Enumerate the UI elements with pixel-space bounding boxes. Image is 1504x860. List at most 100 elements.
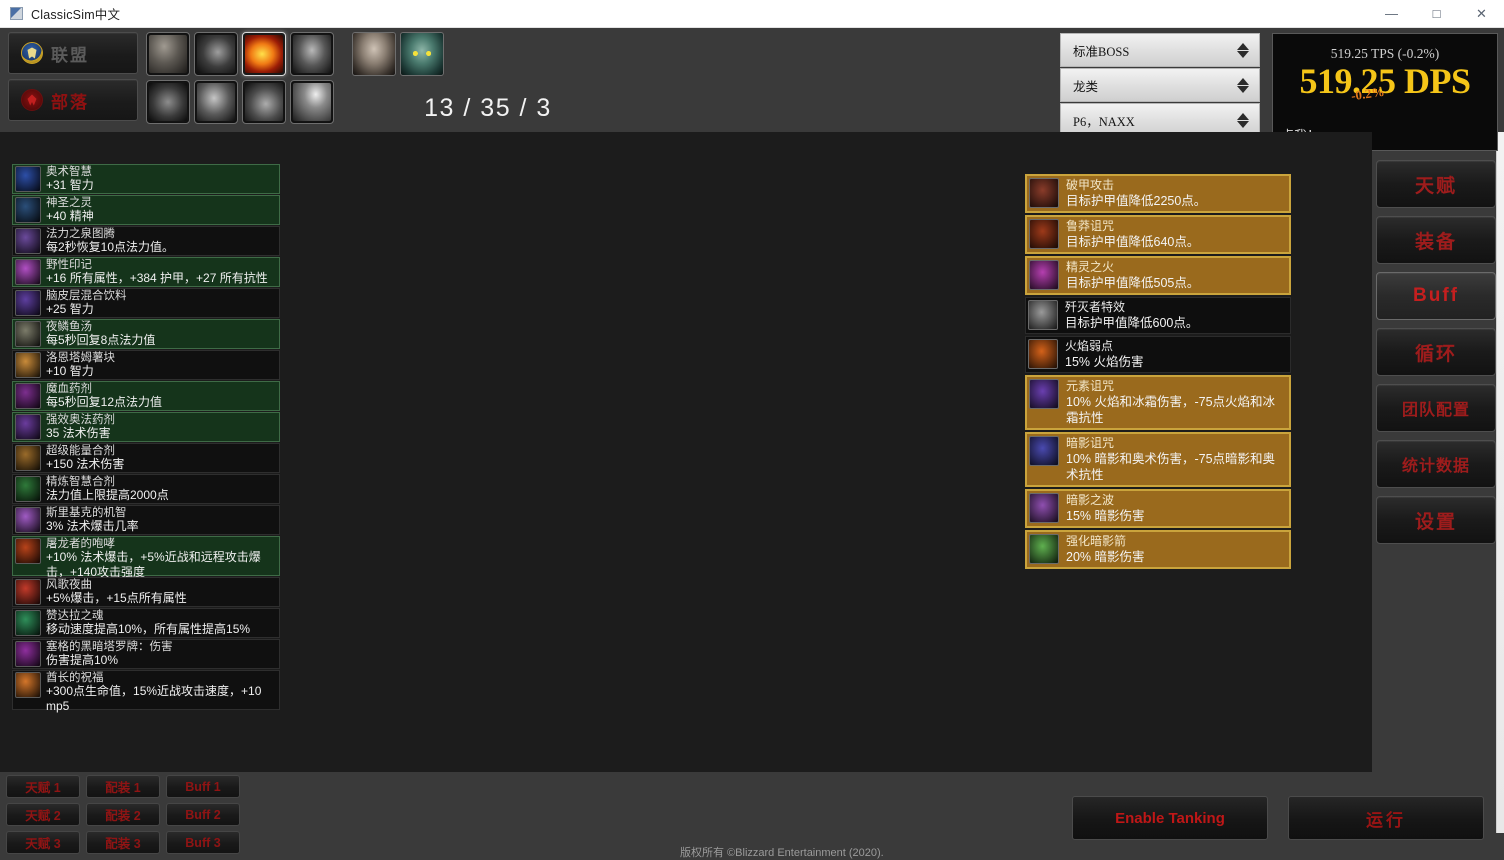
nav-talents[interactable]: 天赋: [1376, 160, 1496, 208]
nav-settings[interactable]: 设置: [1376, 496, 1496, 544]
nav-buff[interactable]: Buff: [1376, 272, 1496, 320]
minimize-button[interactable]: —: [1369, 0, 1414, 28]
boss-type-select[interactable]: 标准BOSS: [1060, 33, 1260, 67]
buff-row[interactable]: 神圣之灵 +40 精神: [12, 195, 280, 225]
rogue-icon[interactable]: [290, 32, 334, 76]
buff-name: 奥术智慧: [46, 166, 92, 178]
preset-row: 天赋 3 配装 3 Buff 3: [6, 831, 240, 854]
debuff-row[interactable]: 暗影诅咒 10% 暗影和奥术伤害，-75点暗影和奥术抗性: [1025, 432, 1291, 487]
buff-row[interactable]: 斯里基克的机智 3% 法术爆击几率: [12, 505, 280, 535]
buff-row[interactable]: 夜鳞鱼汤 每5秒回复8点法力值: [12, 319, 280, 349]
preset-button-3-1[interactable]: 天赋 3: [6, 831, 80, 854]
buff-name: 精炼智慧合剂: [46, 476, 115, 488]
buff-name: 超级能量合剂: [46, 445, 115, 457]
class-icon-row-1: [146, 32, 334, 76]
preset-button-2-2[interactable]: 配装 2: [86, 803, 160, 826]
faction-button-alliance[interactable]: 联盟: [8, 32, 138, 74]
debuff-row[interactable]: 歼灭者特效 目标护甲值降低600点。: [1025, 297, 1291, 334]
nav-gear[interactable]: 装备: [1376, 216, 1496, 264]
preset-button-1-2[interactable]: 配装 1: [86, 775, 160, 798]
creature-type-spinner-icon[interactable]: [1233, 77, 1253, 93]
buff-icon: [15, 259, 41, 285]
buff-name: 风歌夜曲: [46, 579, 92, 591]
debuff-icon: [1028, 339, 1058, 369]
shaman-icon[interactable]: [194, 80, 238, 124]
preset-button-2-3[interactable]: Buff 2: [166, 803, 240, 826]
debuff-row[interactable]: 元素诅咒 10% 火焰和冰霜伤害，-75点火焰和冰霜抗性: [1025, 375, 1291, 430]
debuff-row[interactable]: 强化暗影箭 20% 暗影伤害: [1025, 530, 1291, 569]
mage-icon[interactable]: [242, 32, 286, 76]
buff-name: 塞格的黑暗塔罗牌：伤害: [46, 641, 173, 653]
preset-button-1-1[interactable]: 天赋 1: [6, 775, 80, 798]
buff-text: 奥术智慧 +31 智力: [46, 165, 279, 193]
buff-row[interactable]: 塞格的黑暗塔罗牌：伤害 伤害提高10%: [12, 639, 280, 669]
buff-row[interactable]: 赞达拉之魂 移动速度提高10%，所有属性提高15%: [12, 608, 280, 638]
enable-tanking-button[interactable]: Enable Tanking: [1072, 796, 1268, 840]
preset-row: 天赋 1 配装 1 Buff 1: [6, 775, 240, 798]
faction-button-horde[interactable]: 部落: [8, 79, 138, 121]
druid-icon[interactable]: [242, 80, 286, 124]
buff-name: 屠龙者的咆哮: [46, 538, 115, 550]
maximize-button[interactable]: □: [1414, 0, 1459, 28]
buff-text: 脑皮层混合饮料 +25 智力: [46, 289, 279, 317]
creature-type-select[interactable]: 龙类: [1060, 68, 1260, 102]
nav-statistics[interactable]: 统计数据: [1376, 440, 1496, 488]
debuff-icon: [1029, 178, 1059, 208]
buff-row[interactable]: 强效奥法药剂 35 法术伤害: [12, 412, 280, 442]
buff-icon: [15, 414, 41, 440]
nav-rotation[interactable]: 循环: [1376, 328, 1496, 376]
buff-row[interactable]: 精炼智慧合剂 法力值上限提高2000点: [12, 474, 280, 504]
preset-button-3-3[interactable]: Buff 3: [166, 831, 240, 854]
paladin-icon[interactable]: [290, 80, 334, 124]
debuff-description: 10% 暗影和奥术伤害，-75点暗影和奥术抗性: [1066, 452, 1276, 482]
buff-row[interactable]: 魔血药剂 每5秒回复12点法力值: [12, 381, 280, 411]
buff-icon: [15, 383, 41, 409]
buff-row[interactable]: 屠龙者的咆哮 +10% 法术爆击，+5%近战和远程攻击爆击，+140攻击强度: [12, 536, 280, 579]
preset-button-1-3[interactable]: Buff 1: [166, 775, 240, 798]
debuff-name: 鲁莽诅咒: [1066, 219, 1115, 233]
nav-raid-setup[interactable]: 团队配置: [1376, 384, 1496, 432]
buff-description: +16 所有属性，+384 护甲，+27 所有抗性: [46, 271, 268, 285]
debuff-icon: [1029, 493, 1059, 523]
debuff-description: 目标护甲值降低2250点。: [1066, 194, 1207, 208]
preset-button-3-2[interactable]: 配装 3: [86, 831, 160, 854]
buff-row[interactable]: 风歌夜曲 +5%爆击，+15点所有属性: [12, 577, 280, 607]
phase-spinner-icon[interactable]: [1233, 112, 1253, 128]
buff-icon: [15, 166, 41, 192]
debuff-icon: [1029, 436, 1059, 466]
race-nightelf-icon[interactable]: [400, 32, 444, 76]
buff-row[interactable]: 野性印记 +16 所有属性，+384 护甲，+27 所有抗性: [12, 257, 280, 287]
warrior-icon[interactable]: [146, 32, 190, 76]
debuff-row[interactable]: 鲁莽诅咒 目标护甲值降低640点。: [1025, 215, 1291, 254]
run-button[interactable]: 运行: [1288, 796, 1484, 840]
debuff-description: 15% 暗影伤害: [1066, 509, 1145, 523]
buff-text: 法力之泉图腾 每2秒恢复10点法力值。: [46, 227, 279, 255]
priest-icon[interactable]: [146, 80, 190, 124]
boss-type-spinner-icon[interactable]: [1233, 42, 1253, 58]
buff-icon: [15, 641, 41, 667]
debuff-row[interactable]: 破甲攻击目标护甲值降低2250点。: [1025, 174, 1291, 213]
buff-row[interactable]: 法力之泉图腾 每2秒恢复10点法力值。: [12, 226, 280, 256]
hunter-icon[interactable]: [194, 32, 238, 76]
preset-button-2-1[interactable]: 天赋 2: [6, 803, 80, 826]
buff-row[interactable]: 酋长的祝福 +300点生命值，15%近战攻击速度，+10 mp5: [12, 670, 280, 713]
race-human-icon[interactable]: [352, 32, 396, 76]
debuff-row[interactable]: 火焰弱点 15% 火焰伤害: [1025, 336, 1291, 373]
debuff-name: 破甲攻击: [1066, 178, 1115, 192]
buff-row[interactable]: 奥术智慧 +31 智力: [12, 164, 280, 194]
debuff-name: 暗影之波: [1066, 493, 1115, 507]
buff-row[interactable]: 脑皮层混合饮料 +25 智力: [12, 288, 280, 318]
app-icon: [10, 7, 23, 20]
debuff-name: 火焰弱点: [1065, 339, 1114, 353]
debuff-text: 暗影之波 15% 暗影伤害: [1066, 493, 1285, 524]
class-icon-grid: [146, 32, 334, 128]
buff-name: 洛恩塔姆薯块: [46, 352, 115, 364]
debuff-row[interactable]: 暗影之波 15% 暗影伤害: [1025, 489, 1291, 528]
buff-text: 塞格的黑暗塔罗牌：伤害 伤害提高10%: [46, 640, 279, 668]
debuff-row[interactable]: 精灵之火 目标护甲值降低505点。: [1025, 256, 1291, 295]
debuff-text: 元素诅咒 10% 火焰和冰霜伤害，-75点火焰和冰霜抗性: [1066, 379, 1285, 426]
close-button[interactable]: ✕: [1459, 0, 1504, 28]
top-toolbar: 联盟 部落 13 / 35 / 3 标准BOSS 龙类 P6，NAXX 519.…: [0, 28, 1504, 151]
buff-row[interactable]: 超级能量合剂 +150 法术伤害: [12, 443, 280, 473]
buff-row[interactable]: 洛恩塔姆薯块 +10 智力: [12, 350, 280, 380]
